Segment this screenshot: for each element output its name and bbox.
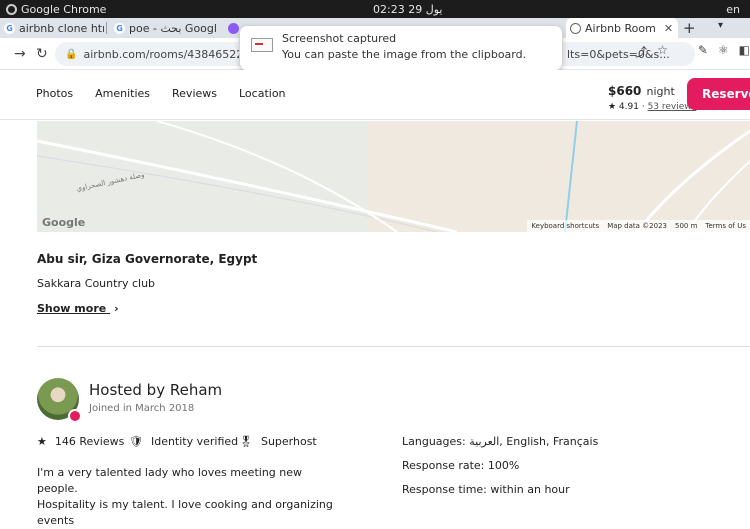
forward-icon[interactable]: → xyxy=(14,46,26,62)
map-scale[interactable]: 500 m xyxy=(675,222,697,230)
shield-check-icon: 🛡 xyxy=(129,435,143,448)
extension-pen-icon[interactable]: ✎ xyxy=(698,43,708,60)
keyboard-shortcuts-link[interactable]: Keyboard shortcuts xyxy=(531,222,599,230)
location-title: Abu sir, Giza Governorate, Egypt xyxy=(37,252,258,266)
reload-icon[interactable]: ↻ xyxy=(36,46,48,62)
subnav-reviews[interactable]: Reviews xyxy=(172,87,217,100)
map-roads: وصلة دهشور الصحراوي xyxy=(37,121,750,232)
location-subtitle: Sakkara Country club xyxy=(37,277,156,290)
nightly-price: $660 xyxy=(608,84,642,98)
os-app-indicator[interactable]: Google Chrome xyxy=(6,3,106,16)
svg-text:وصلة دهشور الصحراوي: وصلة دهشور الصحراوي xyxy=(76,171,145,193)
chrome-icon xyxy=(6,3,17,15)
bookmark-star-icon[interactable]: ☆ xyxy=(657,43,668,60)
star-icon: ★ xyxy=(37,435,47,448)
medal-icon: 🎖 xyxy=(239,435,253,448)
notification-title: Screenshot captured xyxy=(282,32,397,45)
host-stats: ★ 146 Reviews 🛡 Identity verified 🎖 Supe… xyxy=(37,435,317,448)
host-reviews-count: 146 Reviews xyxy=(54,435,125,448)
price-summary: $660 night ★ 4.91 · 53 reviews xyxy=(608,80,696,112)
os-top-bar: Google Chrome 02:23 29 يول en xyxy=(0,0,750,18)
extension-react-icon[interactable]: ⚛ xyxy=(718,43,729,60)
browser-tab-active[interactable]: Airbnb Room ✕ xyxy=(566,18,678,38)
screenshot-thumbnail-icon xyxy=(251,38,273,52)
screenshot-notification[interactable]: Screenshot captured You can paste the im… xyxy=(239,25,563,71)
poe-icon xyxy=(228,22,239,34)
notification-body: You can paste the image from the clipboa… xyxy=(282,48,527,61)
close-icon[interactable]: ✕ xyxy=(664,22,673,35)
new-tab-button[interactable]: + xyxy=(683,19,696,37)
map-footer: Keyboard shortcuts Map data ©2023 500 m … xyxy=(527,220,750,232)
superhost-label: Superhost xyxy=(260,435,317,448)
chevron-right-icon: › xyxy=(114,302,119,315)
extensions-puzzle-icon[interactable]: ◧ xyxy=(739,43,750,60)
host-description-line: Hospitality is my talent. I love cooking… xyxy=(37,498,333,527)
google-icon: G xyxy=(4,22,15,34)
tab-title: airbnb clone htm xyxy=(19,21,104,35)
google-map-logo[interactable]: Google xyxy=(42,216,85,229)
browser-tab[interactable]: G airbnb clone htm ✕ xyxy=(0,18,104,38)
os-clock[interactable]: 02:23 29 يول xyxy=(373,3,442,16)
show-more-link[interactable]: Show more › xyxy=(37,302,119,315)
superhost-stat: 🎖 Superhost xyxy=(239,435,317,448)
host-info: Languages: العربية, English, Français Re… xyxy=(402,435,598,507)
tab-title: Airbnb Room xyxy=(585,21,656,35)
google-icon: G xyxy=(114,22,125,34)
listing-subnav: Photos Amenities Reviews Location xyxy=(36,87,286,100)
tab-search-chevron-icon[interactable]: ▾ xyxy=(718,20,723,31)
os-language[interactable]: en xyxy=(726,3,740,16)
host-joined-date: Joined in March 2018 xyxy=(89,403,195,414)
subnav-amenities[interactable]: Amenities xyxy=(95,87,150,100)
subnav-photos[interactable]: Photos xyxy=(36,87,73,100)
host-response-time: Response time: within an hour xyxy=(402,483,570,496)
host-reviews-stat: ★ 146 Reviews xyxy=(37,435,129,448)
tab-separator xyxy=(106,22,107,34)
toolbar-icons: ⤴ ☆ ✎ ⚛ ◧ xyxy=(635,43,750,60)
host-languages: Languages: العربية, English, Français xyxy=(402,435,599,448)
section-divider xyxy=(37,346,750,347)
globe-icon xyxy=(570,22,581,34)
host-description-line: I'm a very talented lady who loves meeti… xyxy=(37,466,303,495)
show-more-label: Show more xyxy=(37,302,107,315)
map-data-credit: Map data ©2023 xyxy=(607,222,667,230)
tab-title: poe - بحث Googl xyxy=(129,21,217,35)
os-app-name: Google Chrome xyxy=(21,2,107,16)
terms-link[interactable]: Terms of Us xyxy=(705,222,746,230)
host-avatar[interactable] xyxy=(37,378,82,423)
host-description: I'm a very talented lady who loves meeti… xyxy=(37,465,337,529)
lock-icon: 🔒 xyxy=(65,48,78,60)
reserve-button[interactable]: Reserve xyxy=(687,78,750,110)
browser-tab[interactable]: G poe - بحث Googl ✕ xyxy=(110,18,220,38)
price-unit: night xyxy=(646,85,675,98)
share-icon[interactable]: ⤴ xyxy=(635,43,647,60)
identity-verified-label: Identity verified xyxy=(150,435,239,448)
rating-summary: ★ 4.91 · 53 reviews xyxy=(608,102,696,112)
identity-verified-stat: 🛡 Identity verified xyxy=(129,435,239,448)
superhost-badge-icon xyxy=(68,409,82,423)
location-map[interactable]: وصلة دهشور الصحراوي Google Keyboard shor… xyxy=(37,121,750,232)
rating-value: ★ 4.91 · xyxy=(608,102,645,112)
listing-sticky-header: Photos Amenities Reviews Location $660 n… xyxy=(0,70,750,120)
host-title: Hosted by Reham xyxy=(89,381,223,399)
host-response-rate: Response rate: 100% xyxy=(402,459,520,472)
subnav-location[interactable]: Location xyxy=(239,87,286,100)
